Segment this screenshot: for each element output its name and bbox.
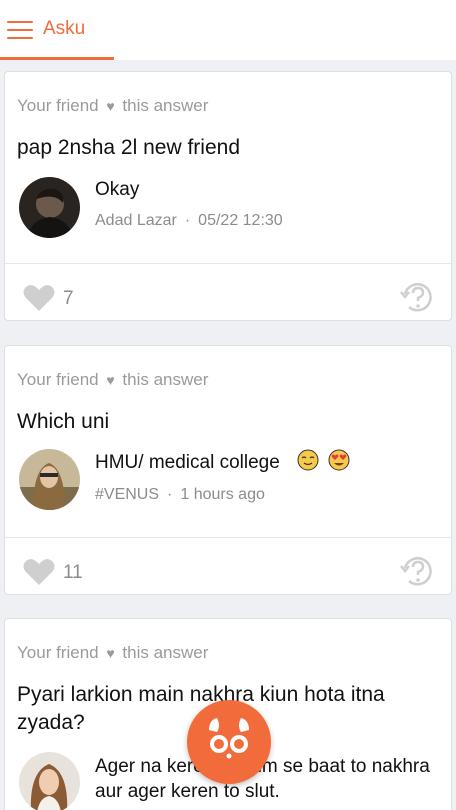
heart-icon: ♥ <box>106 645 115 661</box>
avatar[interactable] <box>19 177 80 238</box>
ask-fab-button[interactable] <box>187 700 271 784</box>
avatar[interactable] <box>19 449 80 510</box>
app-title: Asku <box>43 18 86 39</box>
heart-icon: ♥ <box>106 98 115 114</box>
author-name[interactable]: #VENUS <box>95 486 159 503</box>
avatar[interactable] <box>19 752 80 810</box>
active-tab-indicator <box>0 57 114 60</box>
answer-text: HMU/ medical college <box>95 449 445 475</box>
like-count: 7 <box>63 288 74 309</box>
like-count: 11 <box>63 562 83 583</box>
answer-meta: Adad Lazar · 05/22 12:30 <box>95 212 283 229</box>
top-app-bar: Asku <box>0 0 456 60</box>
answer-card[interactable]: Your friend ♥ this answer Which uni HMU/… <box>4 345 452 595</box>
ask-question-icon[interactable] <box>399 280 435 316</box>
author-name[interactable]: Adad Lazar <box>95 212 177 229</box>
answer-meta: #VENUS · 1 hours ago <box>95 486 265 503</box>
mascot-icon <box>209 718 249 759</box>
answer-text: Okay <box>95 179 140 200</box>
relieved-face-icon <box>297 449 319 471</box>
card-header: Your friend ♥ this answer <box>17 643 208 663</box>
heart-icon: ♥ <box>106 372 115 388</box>
ask-question-icon[interactable] <box>399 554 435 590</box>
heart-icon[interactable] <box>23 284 55 312</box>
timestamp: 05/22 12:30 <box>198 212 283 229</box>
answer-card[interactable]: Your friend ♥ this answer pap 2nsha 2l n… <box>4 71 452 321</box>
question-text[interactable]: Which uni <box>17 408 437 436</box>
answer-text-value: HMU/ medical college <box>95 452 280 473</box>
card-header: Your friend ♥ this answer <box>17 370 208 390</box>
card-header-suffix: this answer <box>122 96 209 115</box>
hamburger-menu-icon[interactable] <box>7 21 33 39</box>
card-divider <box>5 263 451 264</box>
card-header: Your friend ♥ this answer <box>17 96 208 116</box>
timestamp: 1 hours ago <box>180 486 265 503</box>
heart-eyes-icon <box>328 449 350 471</box>
card-header-suffix: this answer <box>122 370 209 389</box>
question-text[interactable]: pap 2nsha 2l new friend <box>17 134 437 162</box>
card-header-prefix: Your friend <box>17 643 99 662</box>
card-header-prefix: Your friend <box>17 370 99 389</box>
heart-icon[interactable] <box>23 558 55 586</box>
card-header-suffix: this answer <box>122 643 209 662</box>
card-divider <box>5 537 451 538</box>
card-header-prefix: Your friend <box>17 96 99 115</box>
